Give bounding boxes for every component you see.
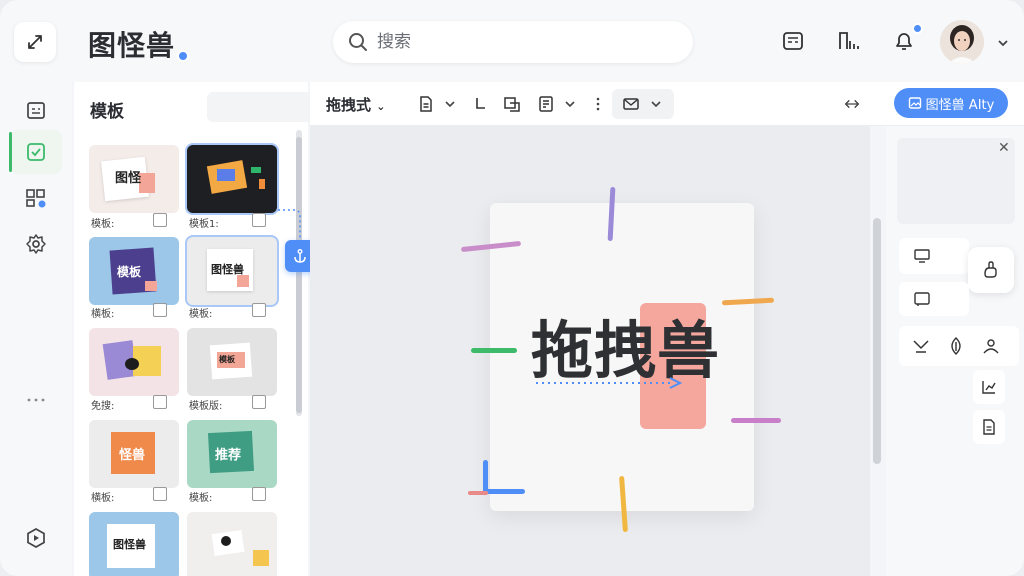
decor-stroke (483, 489, 525, 494)
template-card[interactable] (89, 328, 179, 396)
hand-icon (984, 261, 997, 278)
diagonal-arrows-icon (28, 35, 42, 49)
card-option[interactable] (899, 282, 969, 316)
scissors-icon (913, 340, 929, 353)
page-icon[interactable] (416, 94, 436, 114)
header: 图怪兽 (0, 0, 1024, 82)
chart-icon (982, 381, 996, 394)
decor-stroke (731, 418, 781, 423)
mail-icon (623, 98, 639, 110)
template-card-label: 模板: (189, 493, 213, 504)
panel-title: 模板 (90, 102, 124, 122)
leaf-icon (951, 337, 961, 355)
mail-dropdown[interactable] (612, 89, 674, 119)
decor-stroke (468, 491, 488, 495)
search-input[interactable] (377, 32, 657, 52)
template-card-label: 模板: (189, 309, 213, 320)
app-title: 图怪兽 (88, 29, 176, 62)
copy-icon[interactable] (153, 213, 167, 227)
desktop-option[interactable] (899, 238, 969, 274)
rail-active-indicator (9, 132, 12, 172)
decor-stroke (471, 348, 517, 353)
export-arrows-icon[interactable] (842, 94, 862, 114)
copy-icon[interactable] (252, 303, 266, 317)
rail-item-elements[interactable] (10, 176, 62, 220)
gear-icon (26, 234, 46, 254)
chevron-down-icon[interactable] (560, 94, 580, 114)
mode-dropdown[interactable]: 拖拽式 ⌄ (326, 94, 385, 115)
qrcode-icon (26, 189, 46, 208)
template-card-selected[interactable] (187, 145, 277, 213)
template-card[interactable]: 图怪兽 (89, 512, 179, 576)
template-icon (27, 143, 45, 161)
copy-icon[interactable] (153, 395, 167, 409)
template-card[interactable]: 模板 (187, 328, 277, 396)
template-card[interactable]: 推荐 (187, 420, 277, 488)
corner-icon[interactable] (470, 94, 490, 114)
template-card-label: 横板: (91, 309, 115, 320)
rail-item-files[interactable] (10, 88, 62, 132)
copy-icon[interactable] (252, 213, 266, 227)
template-card[interactable]: 模板 (89, 237, 179, 305)
keyboard-icon[interactable] (780, 28, 806, 54)
collapse-button[interactable] (14, 22, 56, 62)
tool-row (899, 326, 1019, 366)
toolbar: 拖拽式 ⌄ 图怪兽 AIty (310, 82, 1024, 126)
monitor-icon (914, 249, 930, 263)
folder-icon (27, 102, 45, 119)
stats-icon[interactable] (836, 28, 862, 54)
play-badge-icon (27, 528, 45, 548)
template-card[interactable]: 图怪兽 (187, 237, 277, 305)
template-card[interactable] (187, 512, 277, 576)
template-card-label: 免搜: (91, 401, 115, 412)
chevron-down-icon[interactable] (990, 30, 1016, 56)
layout-icon[interactable] (536, 94, 556, 114)
rail-item-templates[interactable] (10, 130, 62, 174)
card-icon (914, 292, 930, 306)
avatar[interactable] (940, 20, 984, 64)
template-card[interactable]: 怪兽 (89, 420, 179, 488)
rail-item-settings[interactable] (10, 222, 62, 266)
rail-item-play[interactable] (10, 516, 62, 560)
search-icon (349, 33, 367, 51)
copy-icon[interactable] (252, 487, 266, 501)
drag-path-icon (278, 209, 301, 240)
swap-icon[interactable] (502, 94, 522, 114)
copy-icon[interactable] (252, 395, 266, 409)
template-card-label: 模板1: (189, 219, 219, 230)
image-icon (908, 97, 921, 109)
copy-icon[interactable] (153, 487, 167, 501)
hand-tool-button[interactable] (968, 247, 1014, 293)
close-icon[interactable]: ✕ (998, 140, 1010, 156)
copy-icon[interactable] (153, 303, 167, 317)
anchor-icon (294, 249, 306, 263)
search-bar[interactable] (333, 21, 693, 63)
chevron-down-icon[interactable] (440, 94, 460, 114)
ai-primary-button[interactable]: 图怪兽 AIty (894, 88, 1008, 118)
document-tool-button[interactable] (973, 410, 1005, 444)
document-icon (983, 419, 995, 435)
more-icon[interactable] (10, 378, 62, 422)
chart-tool-button[interactable] (973, 370, 1005, 404)
panel-scrollbar-thumb[interactable] (296, 137, 302, 413)
notification-badge (912, 23, 923, 34)
dotted-arrow-icon (536, 377, 683, 389)
app-window: 图怪兽 搜索 模板 图怪 模板: 模板1: 模板 横板: 图怪兽 模板: 免搜:… (0, 0, 1024, 576)
template-card[interactable]: 图怪 (89, 145, 179, 213)
person-icon (983, 339, 999, 354)
template-card-label: 模板: (91, 219, 115, 230)
template-card-label: 横板: (91, 493, 115, 504)
title-badge-icon (177, 50, 189, 62)
canvas-scrollbar[interactable] (873, 218, 881, 464)
template-card-label: 模板版: (189, 401, 223, 412)
more-vertical-icon[interactable] (588, 94, 608, 114)
chevron-down-icon (651, 101, 661, 108)
